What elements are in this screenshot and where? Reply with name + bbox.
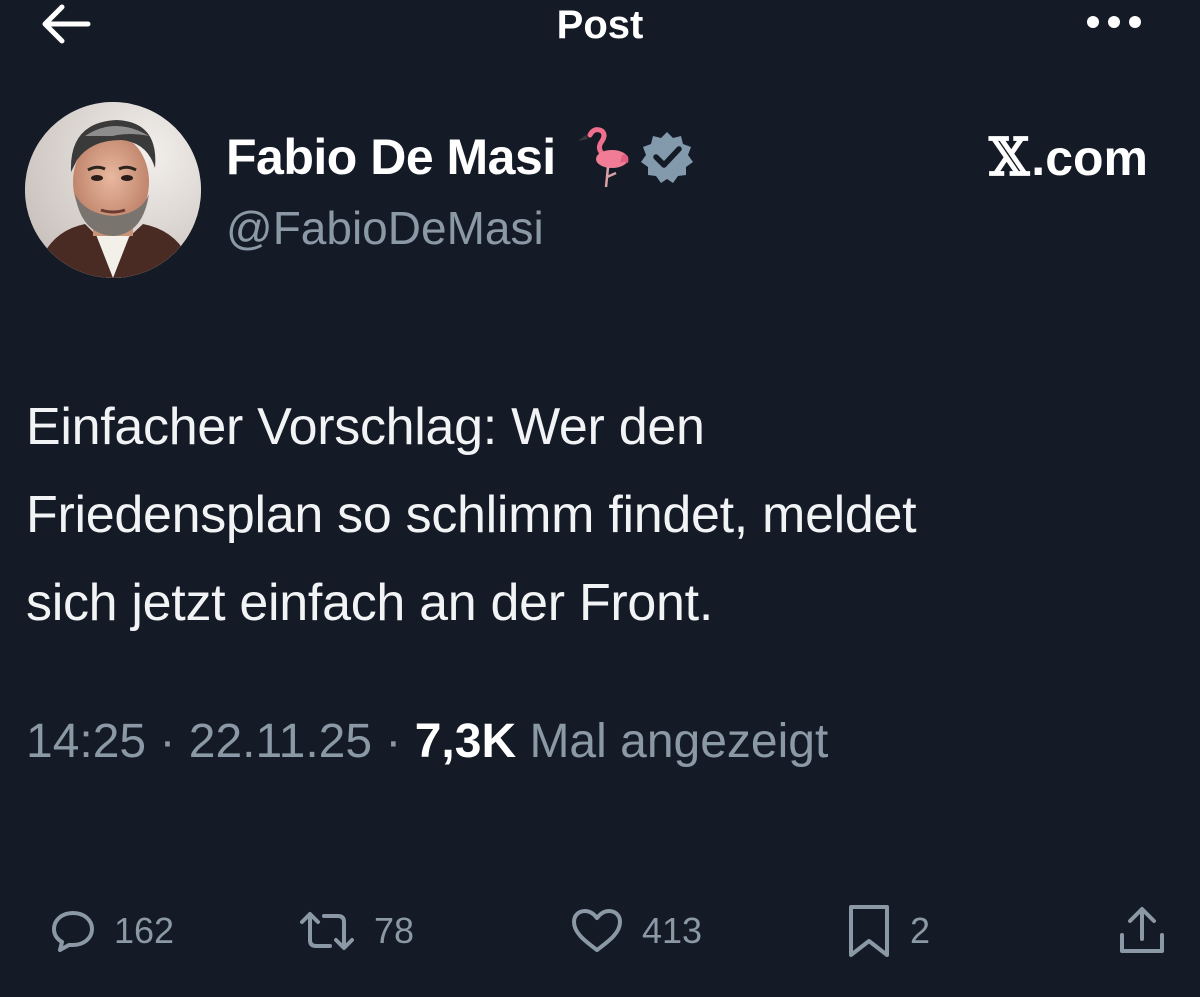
post-time[interactable]: 14:25 bbox=[26, 715, 146, 768]
meta-separator: · bbox=[372, 715, 415, 768]
source-label: 𝕏 .com bbox=[988, 127, 1148, 188]
author-name[interactable]: Fabio De Masi bbox=[226, 127, 556, 187]
views-label: Mal angezeigt bbox=[516, 715, 829, 768]
source-domain: .com bbox=[1031, 130, 1148, 186]
more-options-button[interactable] bbox=[1078, 2, 1150, 46]
bookmark-count: 2 bbox=[910, 910, 931, 951]
flamingo-icon bbox=[574, 125, 630, 189]
like-count: 413 bbox=[642, 910, 703, 951]
author-handle[interactable]: @FabioDeMasi bbox=[226, 200, 544, 256]
author-name-row: Fabio De Masi bbox=[226, 124, 694, 190]
avatar-photo bbox=[25, 102, 201, 278]
post-meta: 14:25 · 22.11.25 · 7,3K Mal angezeigt bbox=[26, 712, 828, 772]
post-detail-page: Post Fabio De Masi @FabioDeMasi 𝕏 .com E… bbox=[0, 0, 1200, 997]
more-horizontal-icon bbox=[1086, 15, 1142, 34]
share-button[interactable] bbox=[1118, 895, 1166, 967]
action-bar: 162 78 413 2 bbox=[0, 895, 1200, 975]
x-logo-icon: 𝕏 bbox=[988, 127, 1030, 188]
bookmark-icon bbox=[846, 903, 892, 959]
bookmark-button[interactable]: 2 bbox=[846, 895, 930, 967]
post-date[interactable]: 22.11.25 bbox=[189, 715, 372, 768]
views-count[interactable]: 7,3K bbox=[415, 715, 516, 768]
top-bar: Post bbox=[0, 0, 1200, 60]
verified-badge-icon[interactable] bbox=[640, 130, 694, 184]
reply-icon bbox=[50, 908, 96, 954]
meta-separator: · bbox=[146, 715, 189, 768]
repost-icon bbox=[298, 908, 356, 954]
reply-count: 162 bbox=[114, 910, 175, 951]
post-text: Einfacher Vorschlag: Wer den Friedenspla… bbox=[26, 398, 917, 632]
page-title: Post bbox=[556, 3, 644, 47]
avatar[interactable] bbox=[25, 102, 201, 278]
heart-icon bbox=[570, 907, 624, 955]
reply-button[interactable]: 162 bbox=[50, 895, 174, 967]
repost-button[interactable]: 78 bbox=[298, 895, 414, 967]
share-icon bbox=[1118, 905, 1166, 957]
repost-count: 78 bbox=[374, 910, 415, 951]
like-button[interactable]: 413 bbox=[570, 895, 702, 967]
